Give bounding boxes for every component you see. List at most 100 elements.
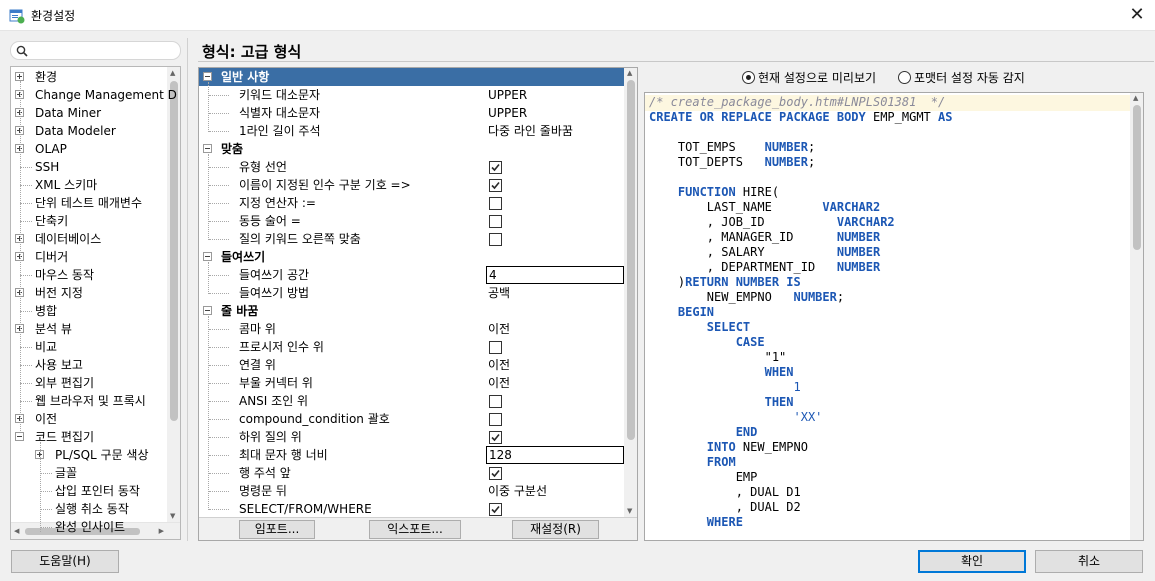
property-row[interactable]: 지정 연산자 := <box>199 194 624 212</box>
tree-item[interactable]: 웹 브라우저 및 프록시 <box>35 392 146 410</box>
property-row[interactable]: 명령문 뒤 이중 구분선 <box>199 482 624 500</box>
property-row[interactable]: 행 주석 앞 <box>199 464 624 482</box>
checkbox-unchecked[interactable] <box>489 215 502 228</box>
radio-autodetect[interactable] <box>898 71 911 84</box>
tree-item[interactable]: 단위 테스트 매개변수 <box>35 194 142 212</box>
ok-button[interactable]: 확인 <box>918 550 1026 573</box>
checkbox-checked[interactable] <box>489 179 502 192</box>
property-row[interactable]: 들여쓰기 공간 4 <box>199 266 624 284</box>
property-row[interactable]: 최대 문자 행 너비 128 <box>199 446 624 464</box>
tree-item[interactable]: 외부 편집기 <box>35 374 94 392</box>
scroll-down-arrow-icon[interactable]: ▼ <box>170 512 175 520</box>
property-row[interactable]: SELECT/FROM/WHERE <box>199 500 624 518</box>
tree-item[interactable]: 비교 <box>35 338 57 356</box>
preferences-tree[interactable]: ▲ ▼ ◀ ▶ 환경 Change Management D Data Miner D… <box>10 66 181 540</box>
property-category[interactable]: 일반 사항 <box>199 68 624 86</box>
property-row[interactable]: 동등 술어 = <box>199 212 624 230</box>
property-value[interactable]: 이전 <box>488 320 510 338</box>
search-input[interactable] <box>10 41 181 60</box>
checkbox-unchecked[interactable] <box>489 233 502 246</box>
property-scroll-thumb[interactable] <box>627 80 635 440</box>
scroll-up-arrow-icon[interactable]: ▲ <box>170 69 175 77</box>
code-preview[interactable]: ▲ /* create_package_body.htm#LNPLS01381 … <box>644 92 1144 541</box>
property-row[interactable]: 들여쓰기 방법 공백 <box>199 284 624 302</box>
property-vertical-scrollbar[interactable]: ▲ ▼ <box>624 68 637 517</box>
tree-item[interactable]: 병합 <box>35 302 57 320</box>
property-category[interactable]: 들여쓰기 <box>199 248 624 266</box>
checkbox-checked[interactable] <box>489 503 502 516</box>
property-value[interactable]: UPPER <box>488 104 527 122</box>
collapse-icon[interactable] <box>15 432 24 441</box>
help-button[interactable]: 도움말(H) <box>11 550 119 573</box>
property-category[interactable]: 맞춤 <box>199 140 624 158</box>
property-row[interactable]: 키워드 대소문자 UPPER <box>199 86 624 104</box>
tree-item[interactable]: Data Modeler <box>35 122 116 140</box>
property-row[interactable]: 콤마 위 이전 <box>199 320 624 338</box>
collapse-icon[interactable] <box>203 72 212 81</box>
tree-item[interactable]: 삽입 포인터 동작 <box>55 482 140 500</box>
tree-item[interactable]: Change Management D <box>35 86 177 104</box>
tree-item[interactable]: 코드 편집기 <box>35 428 94 446</box>
tree-item[interactable]: 마우스 동작 <box>35 266 94 284</box>
property-input[interactable]: 4 <box>486 266 624 284</box>
property-row[interactable]: 1라인 길이 주석 다중 라인 줄바꿈 <box>199 122 624 140</box>
radio-preview-current[interactable] <box>742 71 755 84</box>
tree-item[interactable]: 글꼴 <box>55 464 77 482</box>
tree-item[interactable]: Data Miner <box>35 104 101 122</box>
tree-item[interactable]: SSH <box>35 158 59 176</box>
expand-icon[interactable] <box>15 72 24 81</box>
tree-item[interactable]: OLAP <box>35 140 67 158</box>
property-row[interactable]: compound_condition 괄호 <box>199 410 624 428</box>
export-button[interactable]: 익스포트... <box>369 520 461 539</box>
checkbox-checked[interactable] <box>489 431 502 444</box>
tree-item[interactable]: 실행 취소 동작 <box>55 500 129 518</box>
tree-item[interactable]: 완성 인사이트 <box>55 518 125 536</box>
tree-item[interactable]: 디버거 <box>35 248 68 266</box>
tree-item[interactable]: 이전 <box>35 410 57 428</box>
checkbox-unchecked[interactable] <box>489 341 502 354</box>
property-category[interactable]: 줄 바꿈 <box>199 302 624 320</box>
property-row[interactable]: 질의 키워드 오른쪽 맞춤 <box>199 230 624 248</box>
import-button[interactable]: 임포트... <box>239 520 315 539</box>
tree-item[interactable]: 환경 <box>35 68 57 86</box>
property-row[interactable]: ANSI 조인 위 <box>199 392 624 410</box>
property-row[interactable]: 연결 위 이전 <box>199 356 624 374</box>
property-value[interactable]: 이전 <box>488 374 510 392</box>
close-icon[interactable]: ✕ <box>1119 0 1155 31</box>
collapse-icon[interactable] <box>203 306 212 315</box>
property-row[interactable]: 부울 커넥터 위 이전 <box>199 374 624 392</box>
tree-item[interactable]: 버전 지정 <box>35 284 83 302</box>
checkbox-unchecked[interactable] <box>489 413 502 426</box>
property-value[interactable]: UPPER <box>488 86 527 104</box>
tree-item[interactable]: 데이터베이스 <box>35 230 101 248</box>
tree-item[interactable]: 사용 보고 <box>35 356 83 374</box>
property-row[interactable]: 식별자 대소문자 UPPER <box>199 104 624 122</box>
property-grid[interactable]: ▲ ▼ 임포트... 익스포트... 재설정(R) 일반 사항 키워드 대소문자 U… <box>198 67 638 541</box>
property-value[interactable]: 이전 <box>488 356 510 374</box>
preview-scroll-thumb[interactable] <box>1133 105 1141 250</box>
preview-vertical-scrollbar[interactable]: ▲ <box>1130 93 1143 540</box>
collapse-icon[interactable] <box>203 144 212 153</box>
scroll-up-arrow-icon[interactable]: ▲ <box>1133 94 1138 102</box>
property-value[interactable]: 공백 <box>488 284 510 302</box>
property-row[interactable]: 하위 질의 위 <box>199 428 624 446</box>
collapse-icon[interactable] <box>203 252 212 261</box>
property-row[interactable]: 이름이 지정된 인수 구분 기호 => <box>199 176 624 194</box>
checkbox-unchecked[interactable] <box>489 395 502 408</box>
scroll-down-arrow-icon[interactable]: ▼ <box>627 507 632 515</box>
radio-autodetect-label[interactable]: 포맷터 설정 자동 감지 <box>914 69 1025 86</box>
cancel-button[interactable]: 취소 <box>1035 550 1143 573</box>
scroll-right-arrow-icon[interactable]: ▶ <box>159 527 164 535</box>
tree-item[interactable]: XML 스키마 <box>35 176 97 194</box>
nav-scroll-thumb[interactable] <box>170 81 178 421</box>
tree-item[interactable]: PL/SQL 구문 색상 <box>55 446 149 464</box>
property-value[interactable]: 다중 라인 줄바꿈 <box>488 122 573 140</box>
scroll-up-arrow-icon[interactable]: ▲ <box>627 69 632 77</box>
checkbox-checked[interactable] <box>489 161 502 174</box>
property-row[interactable]: 유형 선언 <box>199 158 624 176</box>
property-input[interactable]: 128 <box>486 446 624 464</box>
checkbox-unchecked[interactable] <box>489 197 502 210</box>
checkbox-checked[interactable] <box>489 467 502 480</box>
tree-item[interactable]: 단축키 <box>35 212 68 230</box>
reset-button[interactable]: 재설정(R) <box>512 520 599 539</box>
